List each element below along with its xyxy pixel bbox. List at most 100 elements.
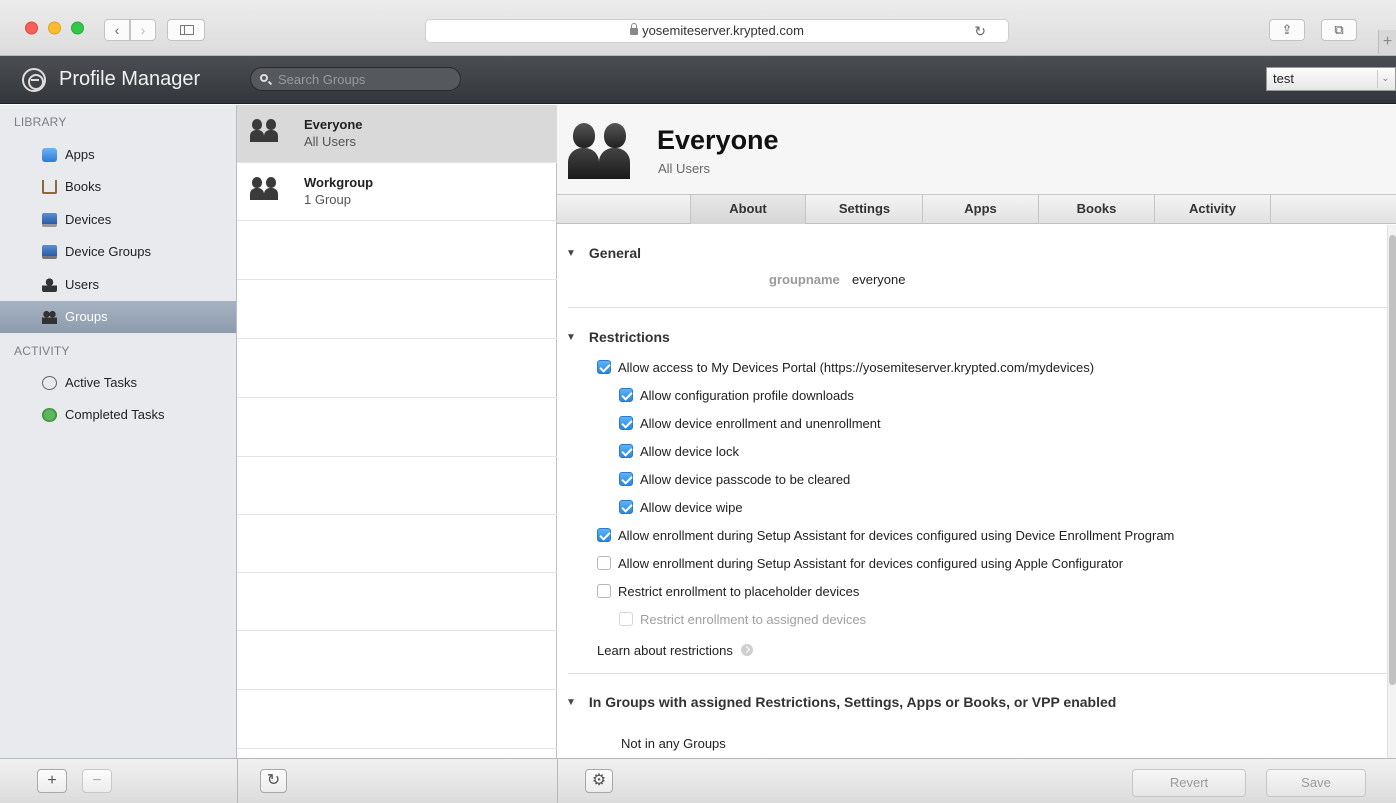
groups-section-header[interactable]: ▼ In Groups with assigned Restrictions, S… [566, 694, 1116, 710]
sidebar-item-device-groups[interactable]: Device Groups [0, 236, 236, 268]
sidebar-item-label: Apps [65, 147, 95, 162]
restriction-device-lock[interactable]: Allow device lock [619, 444, 739, 462]
page-subtitle: All Users [658, 161, 711, 176]
zoom-window-button[interactable] [71, 21, 84, 35]
address-bar[interactable]: yosemiteserver.krypted.com ↻ [425, 19, 1009, 43]
active-tasks-icon [42, 376, 57, 390]
restriction-configurator-enrollment[interactable]: Allow enrollment during Setup Assistant … [597, 556, 1123, 574]
library-header: LIBRARY [14, 115, 67, 129]
empty-row [237, 691, 557, 749]
restriction-enrollment[interactable]: Allow device enrollment and unenrollment [619, 416, 881, 434]
close-window-button[interactable] [25, 21, 38, 35]
profile-manager-logo-icon [22, 68, 46, 92]
checkbox-checked[interactable] [619, 416, 633, 430]
group-icon [250, 119, 278, 143]
sidebar-item-label: Devices [65, 212, 112, 227]
checkbox-checked[interactable] [619, 444, 633, 458]
completed-tasks-icon [42, 408, 57, 422]
disclosure-triangle-icon: ▼ [566, 332, 576, 343]
back-button[interactable]: ‹ [104, 19, 130, 41]
users-icon [42, 278, 57, 292]
checkbox-checked[interactable] [597, 360, 611, 374]
learn-about-restrictions-link[interactable]: Learn about restrictions [597, 643, 753, 658]
divider [237, 759, 238, 803]
tab-books[interactable]: Books [1039, 195, 1155, 224]
books-icon [42, 180, 57, 194]
forward-button[interactable]: › [130, 19, 156, 41]
restriction-profile-downloads[interactable]: Allow configuration profile downloads [619, 388, 854, 406]
checkbox-unchecked[interactable] [597, 584, 611, 598]
remove-button[interactable]: − [82, 769, 112, 793]
activity-header: ACTIVITY [14, 344, 70, 358]
restriction-passcode-clear[interactable]: Allow device passcode to be cleared [619, 472, 850, 490]
gear-icon[interactable]: ⚙ [585, 769, 613, 793]
app-title: Profile Manager [59, 68, 201, 90]
refresh-button[interactable]: ↻ [260, 769, 287, 793]
show-tabs-button[interactable]: ⧉ [1321, 19, 1357, 41]
checkbox-checked[interactable] [619, 500, 633, 514]
list-item[interactable]: Everyone All Users [237, 105, 557, 163]
sidebar-item-active-tasks[interactable]: Active Tasks [0, 367, 236, 399]
divider [557, 759, 558, 803]
reload-icon[interactable]: ↻ [974, 20, 986, 42]
add-button[interactable]: + [37, 769, 67, 793]
sidebar-item-apps[interactable]: Apps [0, 139, 236, 171]
divider [568, 673, 1387, 674]
checkbox-checked[interactable] [619, 388, 633, 402]
checkbox-checked[interactable] [619, 472, 633, 486]
groupname-label: groupname [769, 272, 840, 287]
empty-row [237, 340, 557, 398]
sidebar-toggle-button[interactable] [167, 19, 205, 41]
restriction-placeholder-devices[interactable]: Restrict enrollment to placeholder devic… [597, 584, 859, 602]
tab-bar: About Settings Apps Books Activity [557, 194, 1396, 224]
tab-about[interactable]: About [690, 195, 806, 224]
sidebar-item-label: Completed Tasks [65, 407, 165, 422]
restriction-my-devices-portal[interactable]: Allow access to My Devices Portal (https… [597, 360, 1094, 378]
arrow-right-icon [740, 644, 753, 656]
sidebar-item-devices[interactable]: Devices [0, 204, 236, 236]
user-menu[interactable]: test ⌄ [1266, 67, 1396, 91]
restriction-device-wipe[interactable]: Allow device wipe [619, 500, 743, 518]
empty-row [237, 573, 557, 631]
sidebar-item-books[interactable]: Books [0, 171, 236, 203]
tab-activity[interactable]: Activity [1155, 195, 1271, 224]
not-in-groups-text: Not in any Groups [621, 736, 726, 751]
disclosure-triangle-icon: ▼ [566, 697, 576, 708]
group-icon [568, 123, 630, 179]
sidebar-item-users[interactable]: Users [0, 269, 236, 301]
share-button[interactable]: ⇪ [1269, 19, 1305, 41]
tab-apps[interactable]: Apps [923, 195, 1039, 224]
url-text: yosemiteserver.krypted.com [642, 23, 804, 38]
sidebar-item-label: Users [65, 277, 99, 292]
group-subtitle: 1 Group [304, 192, 351, 207]
disclosure-triangle-icon: ▼ [566, 248, 576, 259]
list-item[interactable]: Workgroup 1 Group [237, 163, 557, 221]
revert-button[interactable]: Revert [1132, 769, 1246, 797]
minimize-window-button[interactable] [48, 21, 61, 35]
new-tab-button[interactable]: + [1378, 30, 1396, 54]
checkbox-checked[interactable] [597, 528, 611, 542]
sidebar-item-groups[interactable]: Groups [0, 301, 236, 333]
sidebar-item-label: Device Groups [65, 244, 151, 259]
user-menu-label: test [1273, 71, 1294, 86]
checkbox-unchecked[interactable] [597, 556, 611, 570]
group-name: Everyone [304, 117, 363, 132]
general-section-header[interactable]: ▼ General [566, 245, 641, 261]
browser-toolbar: ‹ › yosemiteserver.krypted.com ↻ ⇪ ⧉ + [0, 0, 1396, 56]
scrollbar[interactable] [1387, 225, 1396, 758]
groups-list: Everyone All Users Workgroup 1 Group [237, 105, 557, 758]
sidebar-item-label: Groups [65, 309, 108, 324]
scrollbar-thumb[interactable] [1389, 235, 1396, 685]
group-subtitle: All Users [304, 134, 357, 149]
bottom-toolbar: + − ↻ ⚙ Revert Save [0, 758, 1396, 803]
tab-settings[interactable]: Settings [807, 195, 923, 224]
search-groups-input[interactable] [250, 67, 461, 91]
devices-icon [42, 213, 57, 227]
sidebar-item-completed-tasks[interactable]: Completed Tasks [0, 399, 236, 431]
restriction-dep-enrollment[interactable]: Allow enrollment during Setup Assistant … [597, 528, 1174, 546]
sidebar-item-label: Books [65, 179, 102, 194]
save-button[interactable]: Save [1266, 769, 1366, 797]
checkbox-disabled [619, 612, 633, 626]
empty-row [237, 281, 557, 339]
restrictions-section-header[interactable]: ▼ Restrictions [566, 329, 670, 345]
